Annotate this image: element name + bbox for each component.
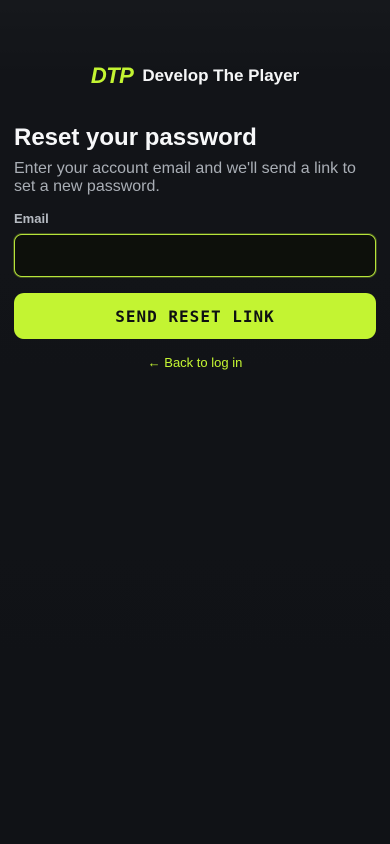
page-title: Reset your password [14, 124, 257, 151]
email-field[interactable] [14, 234, 376, 277]
page-subtitle: Enter your account email and we'll send … [14, 160, 356, 195]
email-label: Email [14, 211, 49, 226]
brand-name: Develop The Player [142, 66, 300, 85]
brand-header: DTP Develop The Player [0, 62, 390, 90]
send-reset-link-button[interactable]: SEND RESET LINK [14, 293, 376, 339]
back-to-login-link[interactable]: ← Back to log in [0, 355, 390, 371]
brand-logo: DTP [90, 63, 134, 88]
